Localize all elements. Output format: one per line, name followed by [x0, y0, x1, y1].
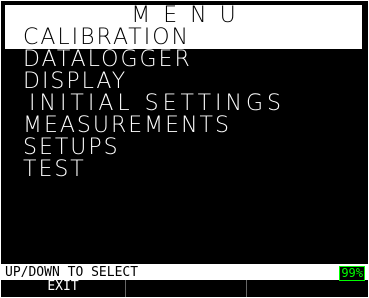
softkey-3[interactable] [247, 280, 368, 297]
device-screen: MENU CALIBRATION DATALOGGER DISPLAY INIT… [1, 1, 368, 297]
menu-title: MENU [131, 3, 249, 28]
menu-item-display[interactable]: DISPLAY [5, 71, 362, 93]
menu-item-calibration[interactable]: CALIBRATION [5, 27, 362, 49]
battery-indicator: 99% [339, 266, 365, 281]
menu-item-test[interactable]: TEST [5, 159, 362, 181]
status-bar: UP/DOWN TO SELECT 99% [1, 264, 368, 281]
softkey-bar: EXIT [1, 280, 368, 297]
menu-item-initial-settings[interactable]: INITIAL SETTINGS [5, 93, 362, 115]
menu-item-setups[interactable]: SETUPS [5, 137, 362, 159]
softkey-exit[interactable]: EXIT [1, 280, 126, 297]
menu-header: MENU [5, 3, 362, 28]
menu-item-datalogger[interactable]: DATALOGGER [5, 49, 362, 71]
menu-item-measurements[interactable]: MEASUREMENTS [5, 115, 362, 137]
menu-list: CALIBRATION DATALOGGER DISPLAY INITIAL S… [5, 27, 362, 181]
status-hint: UP/DOWN TO SELECT [5, 265, 139, 280]
softkey-2[interactable] [126, 280, 247, 297]
